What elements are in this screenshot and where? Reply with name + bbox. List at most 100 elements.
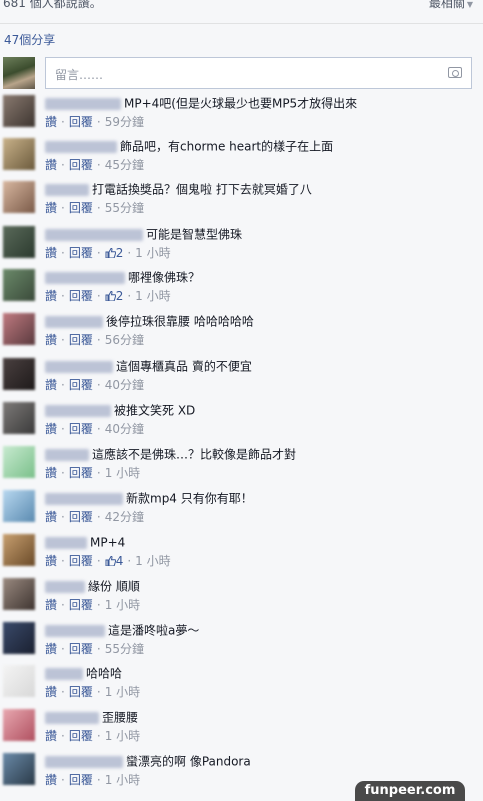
avatar[interactable] xyxy=(3,358,35,390)
comment-timestamp[interactable]: 42分鐘 xyxy=(105,510,144,524)
like-link[interactable]: 讚 xyxy=(45,773,57,787)
commenter-name[interactable] xyxy=(45,228,143,241)
avatar[interactable] xyxy=(3,709,35,741)
reply-link[interactable]: 回覆 xyxy=(69,685,93,699)
separator: · xyxy=(127,246,132,260)
commenter-name[interactable] xyxy=(45,624,105,637)
sort-dropdown[interactable]: 最相關 ▼ xyxy=(429,0,473,11)
commenter-name[interactable] xyxy=(45,97,121,110)
comment-item: 飾品吧，有chorme heart的樣子在上面讚 · 回覆 · 45分鐘 xyxy=(3,138,473,178)
avatar[interactable] xyxy=(3,622,35,654)
like-count[interactable]: 2 xyxy=(105,289,124,303)
like-count-value: 2 xyxy=(115,289,124,303)
avatar[interactable] xyxy=(3,490,35,522)
comment-timestamp[interactable]: 55分鐘 xyxy=(105,201,144,215)
commenter-name[interactable] xyxy=(45,271,125,284)
avatar[interactable] xyxy=(3,313,35,345)
commenter-name[interactable] xyxy=(45,315,103,328)
like-link[interactable]: 讚 xyxy=(45,685,57,699)
like-count[interactable]: 2 xyxy=(105,246,123,260)
separator: · xyxy=(96,246,101,260)
comment-text: 飾品吧，有chorme heart的樣子在上面 xyxy=(120,139,334,154)
comment-input[interactable]: 留言…… xyxy=(45,57,472,89)
commenter-name[interactable] xyxy=(45,755,123,768)
reply-link[interactable]: 回覆 xyxy=(69,598,93,612)
reply-link[interactable]: 回覆 xyxy=(69,115,93,129)
separator: · xyxy=(96,729,101,743)
comment-timestamp[interactable]: 1 小時 xyxy=(105,466,140,480)
avatar[interactable] xyxy=(3,578,35,610)
separator: · xyxy=(61,685,65,699)
commenter-name[interactable] xyxy=(45,711,99,724)
comment-timestamp[interactable]: 1 小時 xyxy=(105,685,140,699)
comment-timestamp[interactable]: 1 小時 xyxy=(105,598,140,612)
like-link[interactable]: 讚 xyxy=(45,598,57,612)
avatar[interactable] xyxy=(3,534,35,566)
comment-text: 打電話換獎品？個鬼啦 打下去就冥婚了八 xyxy=(92,182,312,197)
like-link[interactable]: 讚 xyxy=(45,333,57,347)
like-link[interactable]: 讚 xyxy=(45,642,57,656)
comment-body: MP+4吧(但是火球最少也要MP5才放得出來讚 · 回覆 · 59分鐘 xyxy=(45,95,471,130)
commenter-name[interactable] xyxy=(45,580,85,593)
avatar[interactable] xyxy=(3,138,35,170)
comment-timestamp[interactable]: 59分鐘 xyxy=(105,115,144,129)
like-link[interactable]: 讚 xyxy=(45,246,57,260)
like-link[interactable]: 讚 xyxy=(45,422,57,436)
comment-timestamp[interactable]: 1 小時 xyxy=(105,729,140,743)
reply-link[interactable]: 回覆 xyxy=(69,201,93,215)
reply-link[interactable]: 回覆 xyxy=(69,246,93,260)
camera-icon[interactable] xyxy=(448,67,462,78)
like-link[interactable]: 讚 xyxy=(45,554,57,568)
commenter-name[interactable] xyxy=(45,183,89,196)
share-count-link[interactable]: 47個分享 xyxy=(4,31,55,48)
like-link[interactable]: 讚 xyxy=(45,289,57,303)
commenter-name[interactable] xyxy=(45,404,111,417)
avatar[interactable] xyxy=(3,402,35,434)
avatar[interactable] xyxy=(3,226,35,258)
reply-link[interactable]: 回覆 xyxy=(69,378,93,392)
like-link[interactable]: 讚 xyxy=(45,115,57,129)
commenter-name[interactable] xyxy=(45,140,117,153)
comment-content: 哪裡像佛珠？ xyxy=(45,269,471,285)
commenter-name[interactable] xyxy=(45,536,87,549)
like-link[interactable]: 讚 xyxy=(45,729,57,743)
readers-count: 681 個人都說讚。 xyxy=(3,0,102,10)
comment-timestamp[interactable]: 1 小時 xyxy=(135,246,170,260)
comment-timestamp[interactable]: 55分鐘 xyxy=(105,642,144,656)
commenter-name[interactable] xyxy=(45,492,123,505)
avatar[interactable] xyxy=(3,181,35,213)
reply-link[interactable]: 回覆 xyxy=(69,422,93,436)
avatar[interactable] xyxy=(3,753,35,785)
avatar[interactable] xyxy=(3,665,35,697)
comment-timestamp[interactable]: 45分鐘 xyxy=(105,158,144,172)
commenter-name[interactable] xyxy=(45,667,83,680)
avatar[interactable] xyxy=(3,95,35,127)
comment-timestamp[interactable]: 56分鐘 xyxy=(105,333,144,347)
commenter-name[interactable] xyxy=(45,448,89,461)
like-link[interactable]: 讚 xyxy=(45,466,57,480)
reply-link[interactable]: 回覆 xyxy=(69,773,93,787)
reply-link[interactable]: 回覆 xyxy=(69,333,93,347)
avatar[interactable] xyxy=(3,446,35,478)
reply-link[interactable]: 回覆 xyxy=(69,158,93,172)
reply-link[interactable]: 回覆 xyxy=(69,554,93,568)
like-link[interactable]: 讚 xyxy=(45,201,57,215)
like-link[interactable]: 讚 xyxy=(45,510,57,524)
reply-link[interactable]: 回覆 xyxy=(69,466,93,480)
commenter-name[interactable] xyxy=(45,360,113,373)
reply-link[interactable]: 回覆 xyxy=(69,289,93,303)
comment-body: 打電話換獎品？個鬼啦 打下去就冥婚了八讚 · 回覆 · 55分鐘 xyxy=(45,181,471,216)
comment-timestamp[interactable]: 1 小時 xyxy=(135,554,170,568)
like-link[interactable]: 讚 xyxy=(45,378,57,392)
comment-timestamp[interactable]: 40分鐘 xyxy=(105,378,144,392)
reply-link[interactable]: 回覆 xyxy=(69,729,93,743)
comment-timestamp[interactable]: 1 小時 xyxy=(135,289,170,303)
reply-link[interactable]: 回覆 xyxy=(69,642,93,656)
reply-link[interactable]: 回覆 xyxy=(69,510,93,524)
comment-timestamp[interactable]: 40分鐘 xyxy=(105,422,144,436)
comment-body: 這應該不是佛珠…？比較像是飾品才對讚 · 回覆 · 1 小時 xyxy=(45,446,471,481)
comment-timestamp[interactable]: 1 小時 xyxy=(105,773,140,787)
avatar[interactable] xyxy=(3,269,35,301)
like-link[interactable]: 讚 xyxy=(45,158,57,172)
like-count[interactable]: 4 xyxy=(105,554,123,568)
